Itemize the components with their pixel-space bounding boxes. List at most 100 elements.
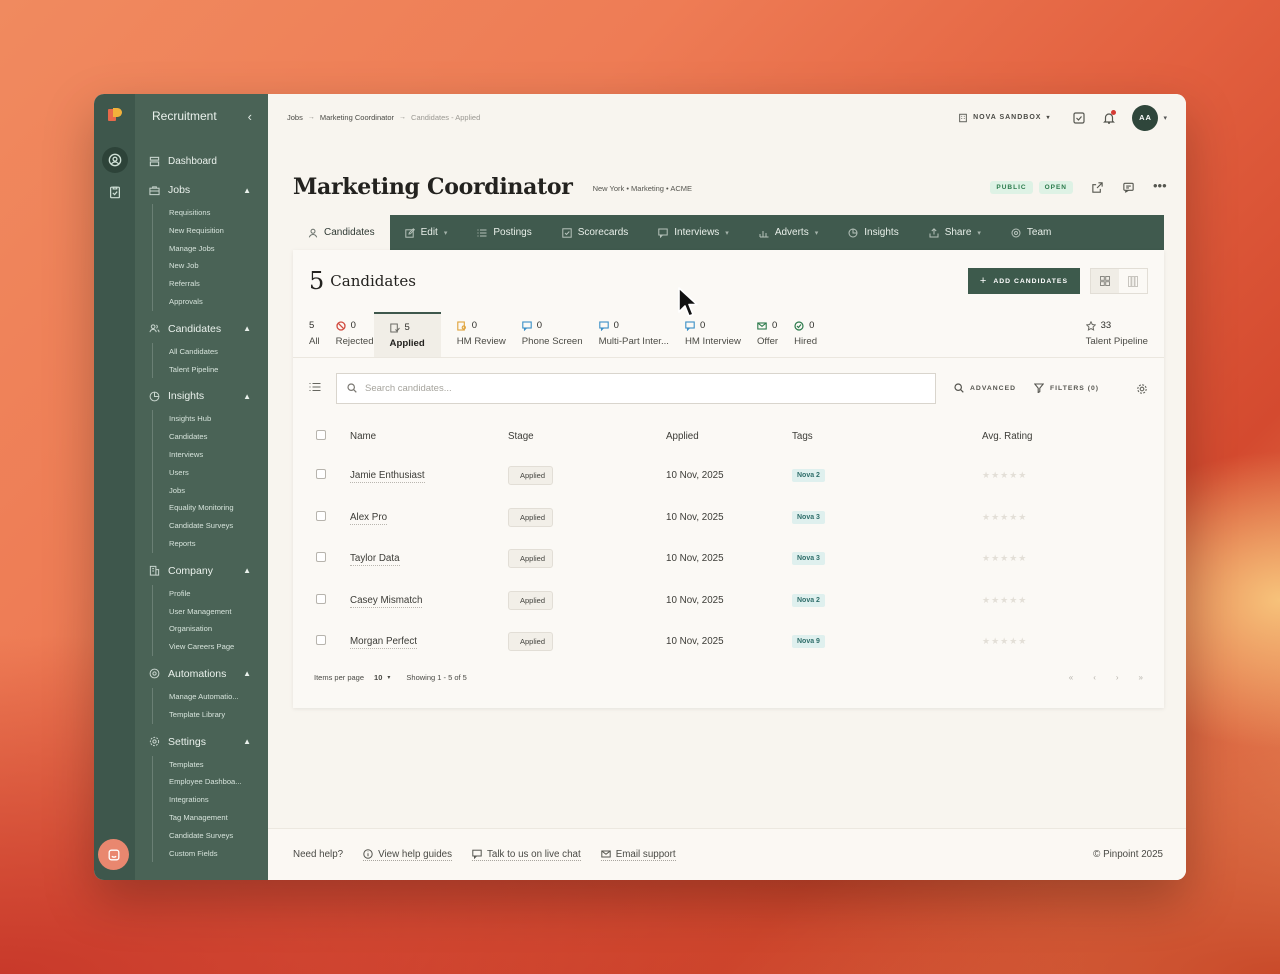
avatar[interactable]: AA [1132, 104, 1159, 131]
sidebar-section-header-candidates[interactable]: Candidates ▲ [135, 320, 268, 338]
tab-postings[interactable]: Postings [462, 215, 546, 250]
row-checkbox[interactable] [316, 552, 326, 563]
candidate-name-link[interactable]: Alex Pro [350, 511, 388, 525]
column-name[interactable]: Name [350, 418, 508, 455]
candidate-name-link[interactable]: Morgan Perfect [350, 636, 417, 650]
notifications-bell-icon[interactable] [1102, 109, 1117, 125]
candidate-name-link[interactable]: Casey Mismatch [350, 594, 423, 608]
search-input[interactable]: Search candidates... [336, 372, 936, 404]
advanced-search-button[interactable]: ADVANCED [954, 383, 1016, 393]
first-page-icon[interactable]: « [1069, 673, 1073, 682]
sidebar-item[interactable]: Manage Jobs [169, 240, 253, 258]
sidebar-section-header-settings[interactable]: Settings ▲ [135, 733, 268, 751]
sidebar-item[interactable]: New Requisition [169, 222, 253, 240]
more-options-icon[interactable]: ••• [1153, 179, 1167, 194]
chevron-up-icon[interactable]: ▲ [243, 737, 251, 746]
column-stage[interactable]: Stage [508, 418, 666, 455]
last-page-icon[interactable]: » [1139, 673, 1143, 682]
table-row[interactable]: Taylor Data Applied 10 Nov, 2025 Nova 3 … [293, 538, 1164, 580]
sidebar-item[interactable]: Insights Hub [169, 410, 253, 428]
sidebar-item[interactable]: All Candidates [169, 343, 253, 361]
sidebar-item[interactable]: New Job [169, 257, 253, 275]
stage-filter-hm-review[interactable]: 0 HM Review [441, 312, 506, 357]
external-link-icon[interactable] [1091, 181, 1104, 194]
sidebar-item[interactable]: Templates [169, 756, 253, 774]
tasks-rail-icon[interactable] [102, 179, 128, 205]
stage-filter-phone-screen[interactable]: 0 Phone Screen [506, 312, 583, 357]
tag-badge[interactable]: Nova 9 [792, 635, 825, 649]
table-row[interactable]: Morgan Perfect Applied 10 Nov, 2025 Nova… [293, 621, 1164, 663]
sidebar-item[interactable]: User Management [169, 603, 253, 621]
candidate-name-link[interactable]: Jamie Enthusiast [350, 470, 425, 484]
chevron-down-icon[interactable]: ▾ [387, 674, 390, 681]
sidebar-item[interactable]: Equality Monitoring [169, 499, 253, 517]
stage-pill[interactable]: Applied [508, 549, 554, 569]
sidebar-item[interactable]: Approvals [169, 293, 253, 311]
stage-filter-multi-part-inter[interactable]: 0 Multi-Part Inter... [583, 312, 669, 357]
tag-badge[interactable]: Nova 2 [792, 593, 825, 607]
stage-pill[interactable]: Applied [508, 590, 554, 610]
sidebar-item[interactable]: Candidates [169, 428, 253, 446]
chevron-up-icon[interactable]: ▲ [243, 566, 251, 575]
stage-pill[interactable]: Applied [508, 507, 554, 527]
sidebar-section-header-company[interactable]: Company ▲ [135, 562, 268, 580]
tag-badge[interactable]: Nova 3 [792, 552, 825, 566]
tag-badge[interactable]: Nova 3 [792, 510, 825, 524]
row-checkbox[interactable] [316, 593, 326, 604]
column-applied[interactable]: Applied [666, 418, 792, 455]
select-all-checkbox[interactable] [316, 430, 326, 440]
stage-pill[interactable]: Applied [508, 632, 554, 652]
comment-icon[interactable] [1122, 181, 1135, 194]
tab-adverts[interactable]: Adverts ▾ [744, 215, 833, 250]
tag-badge[interactable]: Nova 2 [792, 469, 825, 483]
sidebar-item[interactable]: Candidate Surveys [169, 827, 253, 845]
table-row[interactable]: Alex Pro Applied 10 Nov, 2025 Nova 3 ★★★… [293, 497, 1164, 539]
filters-button[interactable]: FILTERS (0) [1034, 383, 1099, 393]
tab-candidates[interactable]: Candidates [293, 215, 390, 250]
add-candidates-button[interactable]: + ADD CANDIDATES [967, 268, 1080, 294]
row-checkbox[interactable] [316, 469, 326, 480]
breadcrumb-jobs[interactable]: Jobs [287, 113, 303, 122]
stage-filter-applied[interactable]: 5 Applied [373, 312, 441, 357]
collapse-sidebar-icon[interactable]: ‹ [248, 109, 252, 124]
candidate-name-link[interactable]: Taylor Data [350, 553, 400, 567]
row-checkbox[interactable] [316, 635, 326, 646]
grid-view-icon[interactable] [1091, 269, 1119, 293]
sidebar-section-header-automations[interactable]: Automations ▲ [135, 665, 268, 683]
tab-team[interactable]: Team [996, 215, 1066, 250]
table-row[interactable]: Casey Mismatch Applied 10 Nov, 2025 Nova… [293, 580, 1164, 622]
sidebar-item[interactable]: Employee Dashboa... [169, 773, 253, 791]
tab-insights[interactable]: Insights [833, 215, 913, 250]
row-checkbox[interactable] [316, 510, 326, 521]
stage-filter-talent-pipeline[interactable]: 33 Talent Pipeline [1070, 312, 1164, 357]
stage-pill[interactable]: Applied [508, 466, 554, 486]
list-view-icon[interactable] [309, 379, 321, 397]
table-row[interactable]: Jamie Enthusiast Applied 10 Nov, 2025 No… [293, 455, 1164, 497]
chevron-up-icon[interactable]: ▲ [243, 186, 251, 195]
sidebar-item[interactable]: Requisitions [169, 204, 253, 222]
sidebar-item[interactable]: Referrals [169, 275, 253, 293]
recruitment-rail-icon[interactable] [101, 147, 128, 173]
sidebar-item-dashboard[interactable]: Dashboard [135, 150, 268, 172]
chevron-up-icon[interactable]: ▲ [243, 669, 251, 678]
gear-icon[interactable] [1136, 382, 1148, 394]
sidebar-item[interactable]: Profile [169, 585, 253, 603]
live-chat-launcher-icon[interactable] [98, 839, 129, 870]
tab-scorecards[interactable]: Scorecards [547, 215, 644, 250]
sidebar-item[interactable]: Talent Pipeline [169, 361, 253, 379]
prev-page-icon[interactable]: ‹ [1093, 673, 1096, 682]
sidebar-item[interactable]: Tag Management [169, 809, 253, 827]
sidebar-item[interactable]: Manage Automatio... [169, 688, 253, 706]
avatar-chevron-down-icon[interactable]: ▾ [1163, 114, 1167, 122]
chevron-up-icon[interactable]: ▲ [243, 324, 251, 333]
kanban-view-icon[interactable] [1119, 269, 1147, 293]
sidebar-item[interactable]: Reports [169, 535, 253, 553]
sidebar-item[interactable]: Integrations [169, 791, 253, 809]
email-support-link[interactable]: Email support [600, 849, 676, 861]
sidebar-section-header-jobs[interactable]: Jobs ▲ [135, 181, 268, 199]
sidebar-item[interactable]: Interviews [169, 446, 253, 464]
sidebar-section-header-insights[interactable]: Insights ▲ [135, 387, 268, 405]
sidebar-item[interactable]: View Careers Page [169, 638, 253, 656]
items-per-page-select[interactable]: 10 [374, 673, 382, 682]
stage-filter-offer[interactable]: 0 Offer [741, 312, 778, 357]
